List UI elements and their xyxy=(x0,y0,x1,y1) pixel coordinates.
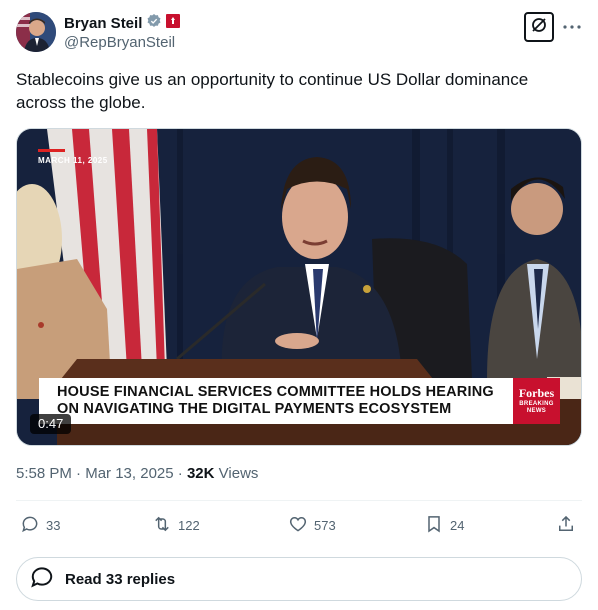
action-bar: 33 122 573 24 xyxy=(16,510,582,540)
heart-icon xyxy=(288,514,308,537)
forbes-wordmark: Forbes xyxy=(518,386,555,400)
forbes-sub-1: BREAKING xyxy=(519,401,554,407)
video-headline-banner: HOUSE FINANCIAL SERVICES COMMITTEE HOLDS… xyxy=(39,378,515,424)
forbes-sub-2: NEWS xyxy=(526,408,547,414)
tweet-time[interactable]: 5:58 PM xyxy=(16,465,72,482)
video-player[interactable]: MARCH 11, 2025 HOUSE FINANCIAL SERVICES … xyxy=(16,128,582,446)
bookmark-button[interactable]: 24 xyxy=(424,510,464,540)
verified-badge-icon xyxy=(146,13,162,34)
government-badge-icon xyxy=(166,14,181,33)
share-button[interactable] xyxy=(556,510,576,540)
share-icon xyxy=(556,514,576,537)
repost-icon xyxy=(152,514,172,537)
grok-icon xyxy=(530,16,548,39)
views-count: 32K xyxy=(186,465,215,482)
reply-icon xyxy=(20,514,40,537)
repost-button[interactable]: 122 xyxy=(152,510,200,540)
meta-separator: · xyxy=(177,465,183,482)
meta-separator: · xyxy=(76,465,82,482)
like-button[interactable]: 573 xyxy=(288,510,336,540)
repost-count: 122 xyxy=(178,517,200,533)
tweet-meta: 5:58 PM · Mar 13, 2025 · 32K Views xyxy=(16,465,258,482)
handle[interactable]: @RepBryanSteil xyxy=(64,34,175,51)
video-duration: 0:47 xyxy=(30,414,72,434)
reply-count: 33 xyxy=(46,517,61,533)
video-headline: HOUSE FINANCIAL SERVICES COMMITTEE HOLDS… xyxy=(57,384,494,418)
read-replies-button[interactable]: Read 33 replies xyxy=(16,557,582,601)
headline-line-1: HOUSE FINANCIAL SERVICES COMMITTEE HOLDS… xyxy=(57,384,494,400)
tweet-date[interactable]: Mar 13, 2025 xyxy=(85,465,173,482)
views-label: Views xyxy=(218,465,259,482)
date-accent-bar xyxy=(38,149,65,152)
more-options-icon[interactable] xyxy=(562,17,582,37)
tweet-header: Bryan Steil @RepBryanSteil xyxy=(16,11,582,55)
speech-bubble-icon xyxy=(29,564,55,595)
reply-button[interactable]: 33 xyxy=(20,510,60,540)
bookmark-count: 24 xyxy=(450,517,465,533)
video-date-stamp: MARCH 11, 2025 xyxy=(38,156,108,165)
avatar[interactable] xyxy=(16,12,56,52)
headline-line-2: ON NAVIGATING THE DIGITAL PAYMENTS ECOSY… xyxy=(57,401,452,417)
tweet-text: Stablecoins give us an opportunity to co… xyxy=(16,70,529,112)
name-row: Bryan Steil xyxy=(64,13,181,34)
divider xyxy=(16,500,582,501)
read-replies-label: Read 33 replies xyxy=(65,570,176,588)
like-count: 573 xyxy=(314,517,336,533)
grok-button[interactable] xyxy=(524,12,554,42)
forbes-logo: Forbes BREAKING NEWS xyxy=(513,378,560,424)
display-name[interactable]: Bryan Steil xyxy=(64,15,142,32)
bookmark-icon xyxy=(424,514,444,537)
